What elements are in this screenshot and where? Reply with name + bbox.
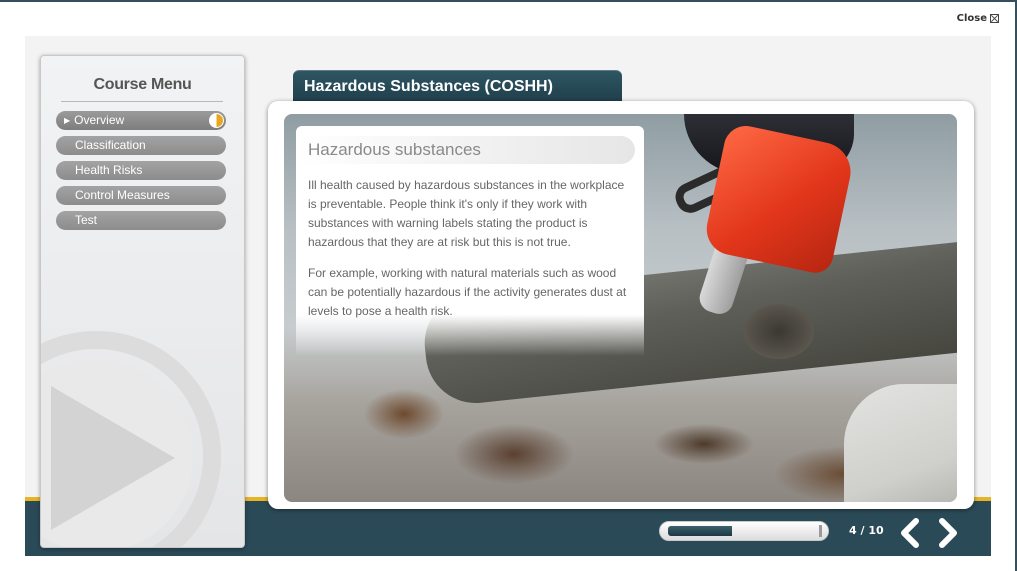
close-button[interactable]: Close: [957, 13, 999, 24]
content-paragraph: For example, working with natural materi…: [308, 266, 627, 318]
course-menu-list: ▶ Overview Classification Health Risks Co…: [56, 111, 226, 236]
menu-item-health-risks[interactable]: Health Risks: [56, 161, 226, 180]
content-text-card: Hazardous substances Ill health caused b…: [296, 126, 644, 356]
photo-log-cut: [744, 304, 814, 359]
next-page-button[interactable]: [935, 518, 961, 548]
section-progress-icon: [209, 113, 224, 128]
menu-title-divider: [61, 101, 223, 102]
play-icon: [51, 386, 175, 530]
page-counter: 4 / 10: [849, 524, 884, 537]
page-title-tab: Hazardous Substances (COSHH): [293, 70, 622, 102]
previous-page-button[interactable]: [897, 518, 923, 548]
course-progress-fill: [668, 526, 732, 536]
course-progress-bar: [659, 521, 829, 541]
chevron-right-icon: [939, 518, 957, 548]
menu-item-label: Control Measures: [75, 188, 170, 202]
content-heading: Hazardous substances: [296, 136, 635, 164]
chevron-left-icon: [901, 518, 919, 548]
course-menu-panel: Course Menu ▶ Overview Classification Hea…: [40, 55, 245, 548]
course-menu-title: Course Menu: [93, 76, 192, 93]
close-label: Close: [956, 13, 987, 24]
menu-item-control-measures[interactable]: Control Measures: [56, 186, 226, 205]
content-body: Ill health caused by hazardous substance…: [308, 176, 630, 333]
menu-item-test[interactable]: Test: [56, 211, 226, 230]
menu-item-label: Classification: [75, 138, 146, 152]
content-paragraph: Ill health caused by hazardous substance…: [308, 178, 625, 249]
menu-item-label: Test: [75, 213, 98, 227]
page-title: Hazardous Substances (COSHH): [304, 78, 553, 95]
top-border: [0, 0, 1017, 2]
play-arrow-icon: ▶: [64, 116, 71, 125]
menu-item-label: Health Risks: [75, 163, 143, 177]
photo-chainsaw-body: [701, 121, 857, 277]
close-icon[interactable]: [990, 14, 999, 23]
menu-item-overview[interactable]: ▶ Overview: [56, 111, 226, 130]
photo-snow-log: [844, 384, 957, 502]
progress-end-marker: [819, 525, 822, 537]
menu-item-label: Overview: [74, 113, 125, 127]
menu-item-classification[interactable]: Classification: [56, 136, 226, 155]
